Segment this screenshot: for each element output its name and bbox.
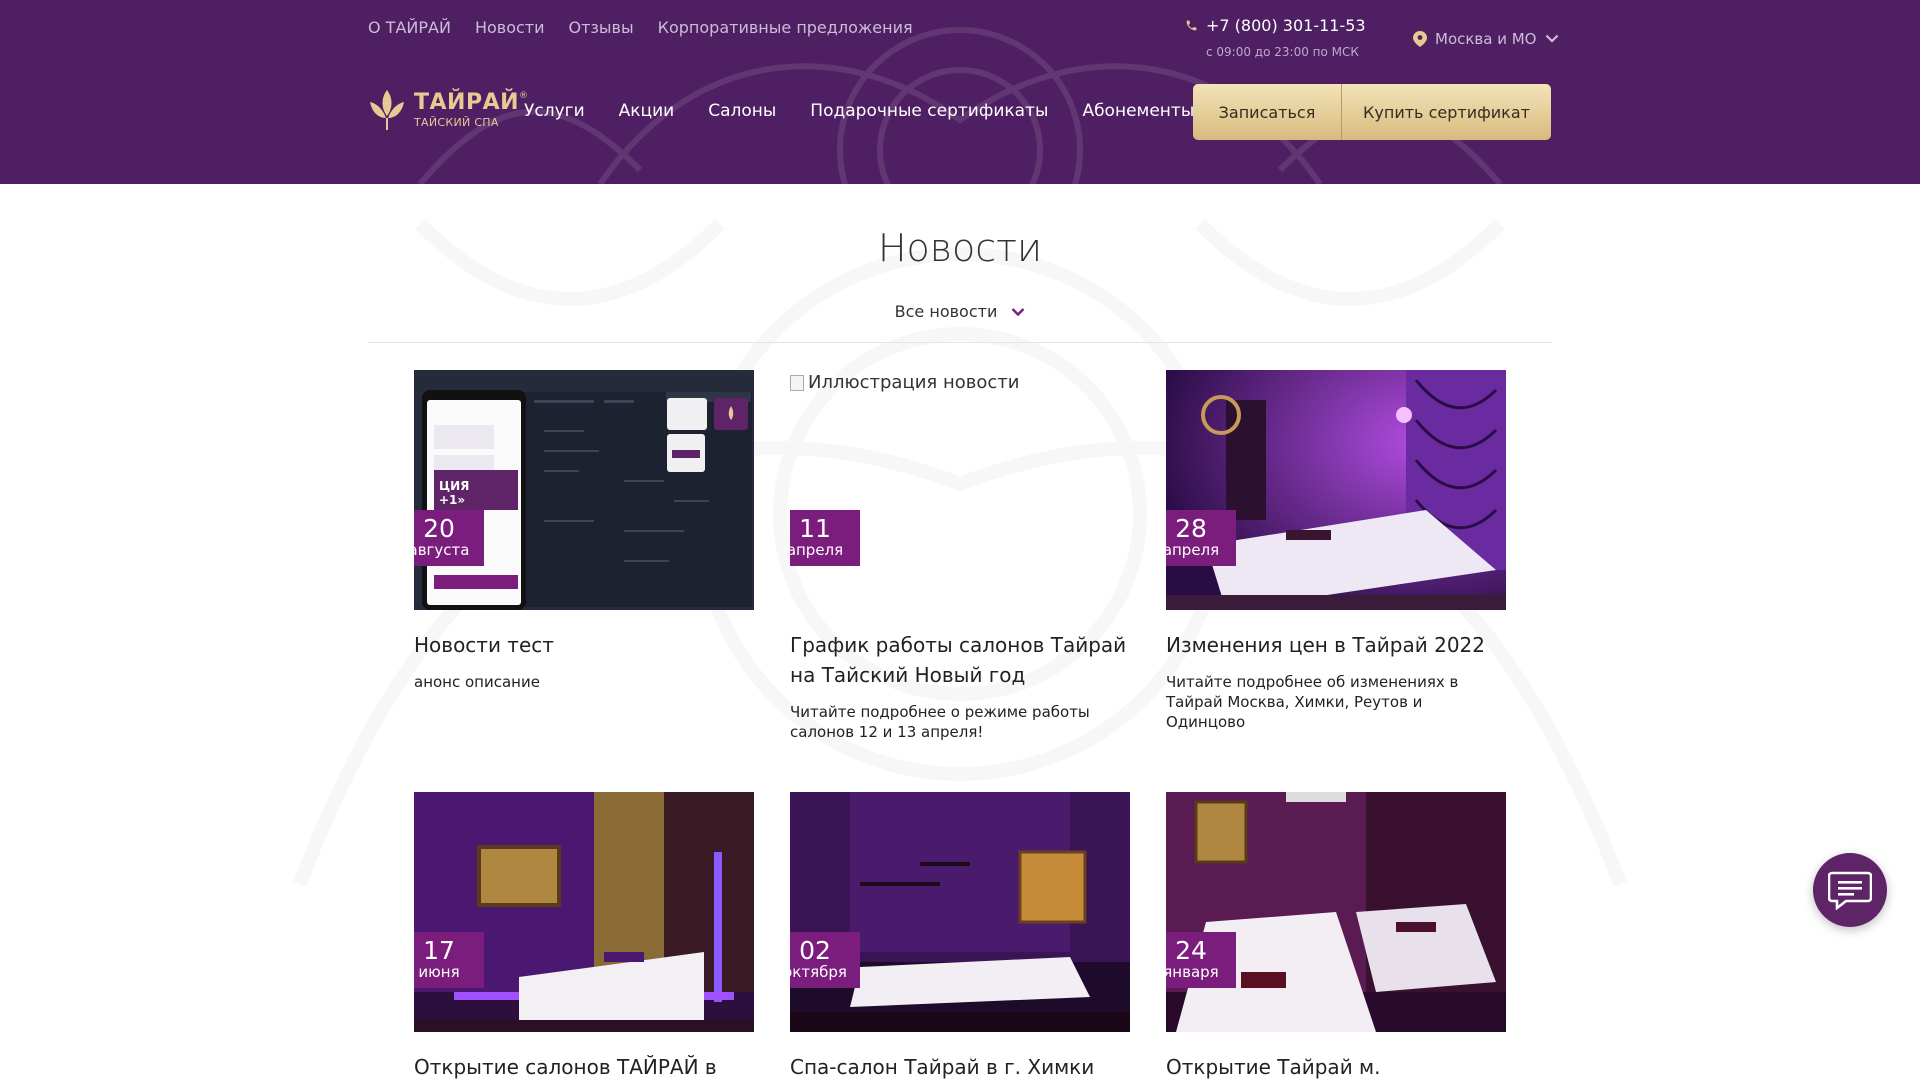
logo-reg-mark: ® bbox=[519, 91, 529, 101]
date-day: 24 bbox=[1175, 936, 1207, 965]
nav-services[interactable]: Услуги bbox=[524, 101, 585, 121]
divider bbox=[368, 342, 1552, 343]
date-badge: 11 апреля bbox=[790, 510, 860, 566]
date-month: января bbox=[1166, 963, 1219, 981]
news-title[interactable]: Открытие Тайрай м. Молодежная bbox=[1166, 1052, 1506, 1080]
news-image-spa-room bbox=[790, 792, 1130, 1032]
chat-bubble-icon bbox=[1828, 871, 1872, 910]
nav-salons[interactable]: Салоны bbox=[708, 101, 776, 121]
logo-subtitle: ТАЙСКИЙ СПА bbox=[414, 116, 499, 129]
date-day: 11 bbox=[799, 514, 831, 543]
news-image: Иллюстрация новости 11 апреля bbox=[790, 370, 1130, 610]
date-day: 02 bbox=[799, 936, 831, 965]
image-alt-text: Иллюстрация новости bbox=[808, 372, 1020, 393]
date-month: апреля bbox=[790, 541, 844, 559]
working-hours: с 09:00 до 23:00 по МСК bbox=[1206, 45, 1359, 59]
date-day: 28 bbox=[1175, 514, 1207, 543]
news-title[interactable]: Изменения цен в Тайрай 2022 bbox=[1166, 630, 1506, 660]
news-filter-dropdown[interactable]: Все новости bbox=[0, 302, 1920, 321]
filter-label: Все новости bbox=[894, 302, 998, 321]
news-card[interactable]: 28 апреля Изменения цен в Тайрай 2022 Чи… bbox=[1166, 370, 1506, 732]
news-title[interactable]: График работы салонов Тайрай на Тайский … bbox=[790, 630, 1130, 690]
nav-gift-certificates[interactable]: Подарочные сертификаты bbox=[810, 101, 1048, 121]
news-description: анонс описание bbox=[414, 673, 540, 691]
news-image-spa-room bbox=[1166, 370, 1506, 610]
news-card[interactable]: 24 января Открытие Тайрай м. Молодежная bbox=[1166, 792, 1506, 1080]
news-image-screenshot: ЦИЯ +1» bbox=[414, 370, 754, 610]
topnav-about[interactable]: О ТАЙРАЙ bbox=[368, 18, 451, 37]
date-badge: 28 апреля bbox=[1166, 510, 1236, 566]
date-badge: 24 января bbox=[1166, 932, 1236, 988]
svg-text:+1»: +1» bbox=[439, 493, 465, 507]
site-header: О ТАЙРАЙ Новости Отзывы Корпоративные пр… bbox=[0, 0, 1920, 184]
topnav-news[interactable]: Новости bbox=[475, 18, 545, 37]
date-day: 17 bbox=[423, 936, 455, 965]
date-month: октября bbox=[790, 963, 847, 981]
news-image: 28 апреля bbox=[1166, 370, 1506, 610]
topnav-corporate[interactable]: Корпоративные предложения bbox=[658, 18, 913, 37]
news-card[interactable]: 02 октября Спа-салон Тайрай в г. Химки bbox=[790, 792, 1130, 1080]
news-image: 17 июня bbox=[414, 792, 754, 1032]
news-description: Читайте подробнее о режиме работы салоно… bbox=[790, 703, 1090, 741]
chevron-down-icon bbox=[1011, 307, 1025, 316]
date-month: августа bbox=[414, 541, 470, 559]
logo[interactable]: ТАЙРАЙ® ТАЙСКИЙ СПА bbox=[368, 88, 529, 132]
news-image: 24 января bbox=[1166, 792, 1506, 1032]
buy-certificate-button[interactable]: Купить сертификат bbox=[1342, 84, 1551, 140]
phone-icon bbox=[1186, 20, 1197, 31]
cta-group: Записаться Купить сертификат bbox=[1193, 84, 1551, 140]
phone-number: +7 (800) 301-11-53 bbox=[1206, 16, 1366, 35]
topnav-reviews[interactable]: Отзывы bbox=[569, 18, 634, 37]
nav-promotions[interactable]: Акции bbox=[619, 101, 675, 121]
broken-image: Иллюстрация новости bbox=[790, 370, 1130, 393]
header-ornament bbox=[417, 27, 1503, 184]
city-selector[interactable]: Москва и МО bbox=[1413, 30, 1559, 48]
news-title[interactable]: Спа-салон Тайрай в г. Химки bbox=[790, 1052, 1130, 1080]
broken-image-icon bbox=[790, 374, 804, 391]
chevron-down-icon bbox=[1545, 34, 1558, 43]
lotus-logo-icon bbox=[370, 90, 404, 130]
news-image: 02 октября bbox=[790, 792, 1130, 1032]
date-badge: 17 июня bbox=[414, 932, 484, 988]
news-card[interactable]: ЦИЯ +1» 20 августа Новости тест анонс оп… bbox=[414, 370, 754, 692]
news-title[interactable]: Новости тест bbox=[414, 630, 754, 660]
top-nav: О ТАЙРАЙ Новости Отзывы Корпоративные пр… bbox=[368, 18, 913, 37]
city-label: Москва и МО bbox=[1435, 30, 1537, 48]
news-description: Читайте подробнее об изменениях в Тайрай… bbox=[1166, 673, 1459, 731]
date-badge: 02 октября bbox=[790, 932, 860, 988]
news-title[interactable]: Открытие салонов ТАЙРАЙ в bbox=[414, 1052, 754, 1080]
svg-text:ЦИЯ: ЦИЯ bbox=[439, 479, 469, 493]
location-pin-icon bbox=[1413, 31, 1427, 47]
news-image-spa-room bbox=[1166, 792, 1506, 1032]
date-month: апреля bbox=[1166, 541, 1220, 559]
main-nav: Услуги Акции Салоны Подарочные сертифика… bbox=[524, 101, 1194, 121]
date-badge: 20 августа bbox=[414, 510, 484, 566]
news-image: ЦИЯ +1» 20 августа bbox=[414, 370, 754, 610]
news-image-spa-room bbox=[414, 792, 754, 1032]
date-day: 20 bbox=[423, 514, 455, 543]
book-button[interactable]: Записаться bbox=[1193, 84, 1342, 140]
page-title: Новости bbox=[877, 226, 1043, 270]
news-card[interactable]: Иллюстрация новости 11 апреля График раб… bbox=[790, 370, 1130, 742]
news-card[interactable]: 17 июня Открытие салонов ТАЙРАЙ в bbox=[414, 792, 754, 1080]
date-month: июня bbox=[418, 963, 460, 981]
logo-title: ТАЙРАЙ bbox=[414, 90, 520, 115]
phone-link[interactable]: +7 (800) 301-11-53 bbox=[1185, 16, 1366, 35]
nav-subscriptions[interactable]: Абонементы bbox=[1082, 101, 1194, 121]
chat-widget-button[interactable] bbox=[1813, 853, 1887, 927]
